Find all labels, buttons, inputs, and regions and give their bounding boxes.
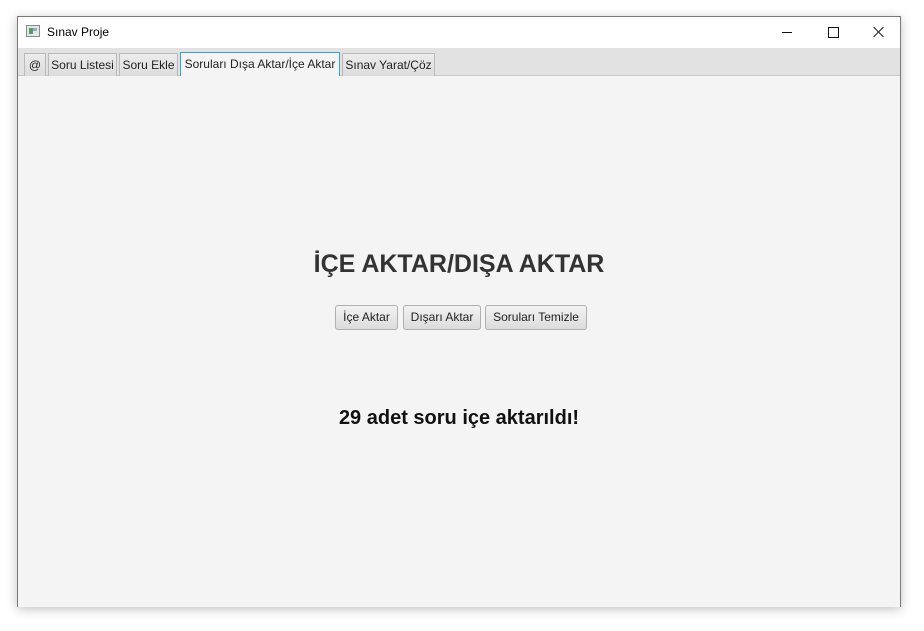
export-button[interactable]: Dışarı Aktar <box>403 305 481 330</box>
tab-bar: @ Soru Listesi Soru Ekle Soruları Dışa A… <box>18 48 900 77</box>
status-message: 29 adet soru içe aktarıldı! <box>338 407 580 429</box>
page-title: İÇE AKTAR/DIŞA AKTAR <box>313 250 605 278</box>
title-bar[interactable]: Sınav Proje <box>18 17 900 48</box>
tab-import-export[interactable]: Soruları Dışa Aktar/İçe Aktar <box>180 52 340 77</box>
close-icon <box>873 26 885 38</box>
import-button[interactable]: İçe Aktar <box>335 305 398 330</box>
tab-content: İÇE AKTAR/DIŞA AKTAR İçe Aktar Dışarı Ak… <box>18 76 900 607</box>
maximize-icon <box>827 26 839 38</box>
minimize-icon <box>782 31 792 33</box>
tab-soru-ekle[interactable]: Soru Ekle <box>119 53 178 76</box>
window-title: Sınav Proje <box>47 25 110 39</box>
tab-at[interactable]: @ <box>24 53 46 76</box>
minimize-button[interactable] <box>764 17 810 47</box>
close-button[interactable] <box>856 17 902 47</box>
clear-questions-button[interactable]: Soruları Temizle <box>485 305 587 330</box>
tab-soru-listesi[interactable]: Soru Listesi <box>48 53 117 76</box>
app-window: Sınav Proje @ Soru Listesi Soru Ekle Sor… <box>17 16 901 607</box>
maximize-button[interactable] <box>810 17 856 47</box>
app-icon <box>26 25 40 37</box>
tab-sinav-yarat-coz[interactable]: Sınav Yarat/Çöz <box>342 53 435 76</box>
